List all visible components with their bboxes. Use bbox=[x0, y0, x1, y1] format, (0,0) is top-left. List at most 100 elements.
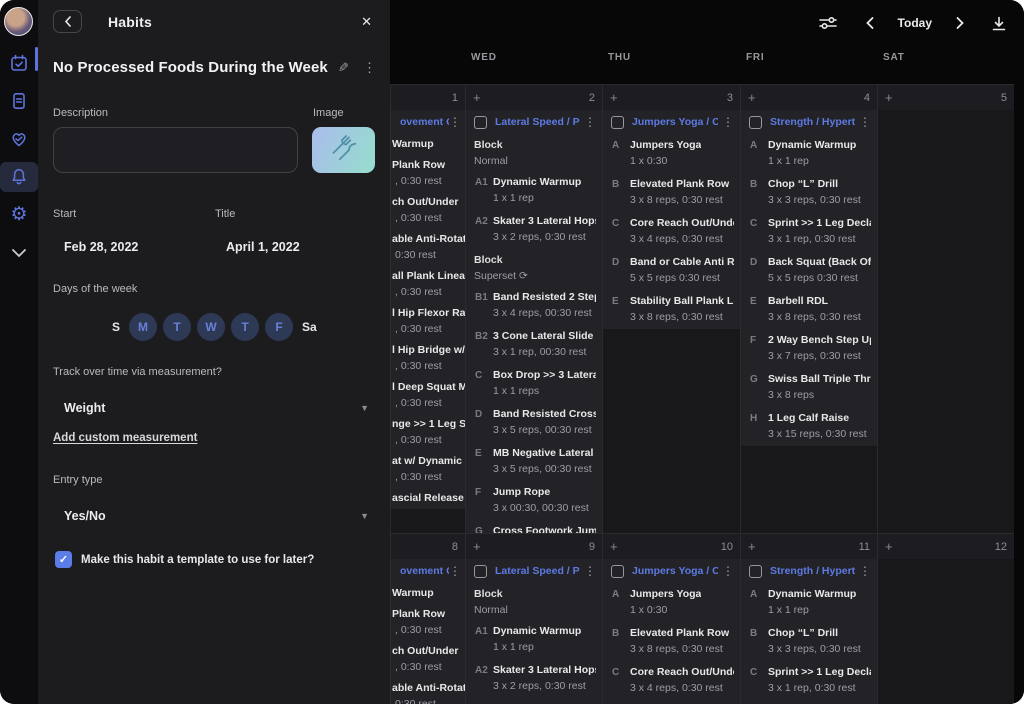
day-toggle-t[interactable]: T bbox=[163, 313, 191, 341]
day-cell[interactable] bbox=[877, 110, 1014, 533]
day-toggle-m[interactable]: M bbox=[129, 313, 157, 341]
kebab-menu-icon[interactable]: ⋮ bbox=[859, 565, 871, 577]
exercise-row[interactable]: H1 Leg Calf Raise3 x 15 reps, 0:30 rest bbox=[741, 407, 877, 446]
add-workout-icon[interactable]: + bbox=[885, 90, 893, 105]
exercise-row[interactable]: DBack Squat (Back Off Set)5 x 5 reps 0:3… bbox=[741, 700, 877, 704]
day-cell[interactable]: ovement Q...⋮WarmupPlank Row, 0:30 restc… bbox=[390, 110, 465, 533]
close-icon[interactable]: ✕ bbox=[357, 12, 376, 32]
day-cell-header[interactable]: +4 bbox=[740, 84, 877, 110]
workout-title[interactable]: ovement Q... bbox=[400, 565, 449, 577]
entry-type-select[interactable]: Yes/No ▼ bbox=[53, 509, 375, 523]
workout-title[interactable]: Jumpers Yoga / Core bbox=[632, 116, 718, 128]
exercise-row[interactable]: DBand Resisted Crossover...3 x 5 reps, 0… bbox=[466, 403, 602, 442]
sidebar-item-notifications[interactable] bbox=[0, 162, 38, 192]
sidebar-item-settings[interactable]: ⚙ bbox=[0, 200, 38, 230]
exercise-row[interactable]: DBand or Cable Anti Rotati...5 x 5 reps … bbox=[603, 251, 740, 290]
kebab-menu-icon[interactable]: ⋮ bbox=[722, 116, 734, 128]
avatar[interactable] bbox=[4, 7, 33, 36]
exercise-row[interactable]: DBack Squat (Back Off Set)5 x 5 reps 0:3… bbox=[741, 251, 877, 290]
exercise-row[interactable]: EMB Negative Lateral Hop...3 x 5 reps, 0… bbox=[466, 442, 602, 481]
add-custom-measurement-link[interactable]: Add custom measurement bbox=[53, 432, 197, 444]
day-cell-header[interactable]: +11 bbox=[740, 533, 877, 559]
day-toggle-w[interactable]: W bbox=[197, 313, 225, 341]
next-week-button[interactable] bbox=[942, 17, 978, 29]
exercise-row[interactable]: CSprint >> 1 Leg Declarations3 x 1 rep, … bbox=[741, 661, 877, 700]
day-cell-header[interactable]: 1 bbox=[390, 84, 465, 110]
exercise-row[interactable]: B1Band Resisted 2 Step Late...3 x 4 reps… bbox=[466, 286, 602, 325]
exercise-row[interactable]: B23 Cone Lateral Slide3 x 1 rep, 00:30 r… bbox=[466, 325, 602, 364]
exercise-row[interactable]: A1Dynamic Warmup1 x 1 rep bbox=[466, 171, 602, 210]
exercise-row[interactable]: A1Dynamic Warmup1 x 1 rep bbox=[466, 620, 602, 659]
workout-checkbox[interactable] bbox=[749, 116, 762, 129]
day-toggle-s[interactable]: S bbox=[112, 313, 120, 341]
workout-checkbox[interactable] bbox=[611, 565, 624, 578]
workout-checkbox[interactable] bbox=[749, 565, 762, 578]
exercise-row[interactable]: BChop “L” Drill3 x 3 reps, 0:30 rest bbox=[741, 173, 877, 212]
day-cell[interactable]: Lateral Speed / Plyo⋮BlockNormalA1Dynami… bbox=[465, 559, 602, 704]
day-cell-header[interactable]: +12 bbox=[877, 533, 1014, 559]
workout-title[interactable]: Lateral Speed / Plyo bbox=[495, 565, 580, 577]
kebab-menu-icon[interactable]: ⋮ bbox=[363, 61, 376, 74]
day-cell[interactable]: Jumpers Yoga / Core⋮AJumpers Yoga1 x 0:3… bbox=[602, 110, 740, 533]
exercise-row[interactable]: GSwiss Ball Triple Threat3 x 8 reps bbox=[741, 368, 877, 407]
day-toggle-sa[interactable]: Sa bbox=[302, 313, 317, 341]
kebab-menu-icon[interactable]: ⋮ bbox=[449, 116, 461, 128]
add-workout-icon[interactable]: + bbox=[473, 90, 481, 105]
day-cell[interactable]: Jumpers Yoga / Core ⋮ AJumpers Yoga1 x 0:3… bbox=[602, 559, 740, 704]
start-date-field[interactable]: Feb 28, 2022 bbox=[64, 240, 138, 254]
workout-checkbox[interactable] bbox=[474, 116, 487, 129]
workout-title[interactable]: Jumpers Yoga / Core bbox=[632, 565, 718, 577]
day-cell-header[interactable]: 8 bbox=[390, 533, 465, 559]
add-workout-icon[interactable]: + bbox=[610, 539, 618, 554]
prev-week-button[interactable] bbox=[852, 17, 888, 29]
day-cell-header[interactable]: +10 bbox=[602, 533, 740, 559]
kebab-menu-icon[interactable]: ⋮ bbox=[584, 565, 596, 577]
day-toggle-f[interactable]: F bbox=[265, 313, 293, 341]
template-checkbox[interactable]: ✓ bbox=[55, 551, 72, 568]
exercise-row[interactable]: ADynamic Warmup1 x 1 rep bbox=[741, 134, 877, 173]
exercise-row[interactable]: F2 Way Bench Step Up3 x 7 reps, 0:30 res… bbox=[741, 329, 877, 368]
exercise-row[interactable]: FJump Rope3 x 00:30, 00:30 rest bbox=[466, 481, 602, 520]
workout-title[interactable]: Strength / Hypertro... bbox=[770, 116, 855, 128]
measurement-select[interactable]: Weight ▼ bbox=[53, 401, 375, 415]
day-cell-header[interactable]: +2 bbox=[465, 84, 602, 110]
kebab-menu-icon[interactable]: ⋮ bbox=[859, 116, 871, 128]
exercise-row[interactable]: CSprint >> 1 Leg Declarations3 x 1 rep, … bbox=[741, 212, 877, 251]
day-toggle-t[interactable]: T bbox=[231, 313, 259, 341]
filter-sliders-icon[interactable] bbox=[804, 15, 852, 31]
sidebar-item-more[interactable] bbox=[0, 238, 38, 268]
exercise-row[interactable]: CCore Reach Out/Under3 x 4 reps, 0:30 re… bbox=[603, 212, 740, 251]
add-workout-icon[interactable]: + bbox=[610, 90, 618, 105]
day-cell-header[interactable]: +5 bbox=[877, 84, 1014, 110]
workout-title[interactable]: ovement Q... bbox=[400, 116, 449, 128]
workout-title[interactable]: Strength / Hypertro... bbox=[770, 565, 855, 577]
add-workout-icon[interactable]: + bbox=[748, 90, 756, 105]
day-cell-header[interactable]: +3 bbox=[602, 84, 740, 110]
exercise-row[interactable]: A2Skater 3 Lateral Hops >> ...3 x 2 reps… bbox=[466, 210, 602, 249]
add-workout-icon[interactable]: + bbox=[885, 539, 893, 554]
kebab-menu-icon[interactable]: ⋮ bbox=[584, 116, 596, 128]
exercise-row[interactable]: AJumpers Yoga1 x 0:30 bbox=[603, 583, 740, 622]
exercise-row[interactable]: ADynamic Warmup1 x 1 rep bbox=[741, 583, 877, 622]
exercise-row[interactable]: BElevated Plank Row3 x 8 reps, 0:30 rest bbox=[603, 622, 740, 661]
day-cell[interactable]: Lateral Speed / Plyo⋮BlockNormalA1Dynami… bbox=[465, 110, 602, 533]
day-cell[interactable]: ovement Q...⋮WarmupPlank Row, 0:30 restc… bbox=[390, 559, 465, 704]
kebab-menu-icon[interactable]: ⋮ bbox=[722, 565, 734, 577]
workout-checkbox[interactable] bbox=[611, 116, 624, 129]
exercise-row[interactable]: EStability Ball Plank Linear ...3 x 8 re… bbox=[603, 290, 740, 329]
sidebar-item-schedule[interactable] bbox=[0, 48, 38, 78]
end-date-field[interactable]: April 1, 2022 bbox=[226, 240, 300, 254]
exercise-row[interactable]: BChop “L” Drill3 x 3 reps, 0:30 rest bbox=[741, 622, 877, 661]
exercise-row[interactable]: GCross Footwork Jump Rope3 x 00:30, 00:3… bbox=[466, 520, 602, 533]
day-cell[interactable] bbox=[877, 559, 1014, 704]
habit-image-tile[interactable] bbox=[312, 127, 375, 173]
day-cell-header[interactable]: +9 bbox=[465, 533, 602, 559]
day-cell[interactable]: Strength / Hypertro... ⋮ ADynamic Warmup1 … bbox=[740, 110, 877, 533]
back-button[interactable] bbox=[53, 10, 82, 33]
pencil-icon[interactable]: ✎ bbox=[338, 60, 349, 76]
exercise-row[interactable]: CCore Reach Out/Under3 x 4 reps, 0:30 re… bbox=[603, 661, 740, 700]
add-workout-icon[interactable]: + bbox=[473, 539, 481, 554]
download-icon[interactable] bbox=[978, 16, 1008, 31]
exercise-row[interactable]: A2Skater 3 Lateral Hops >> ...3 x 2 reps… bbox=[466, 659, 602, 698]
description-input[interactable] bbox=[53, 127, 298, 173]
